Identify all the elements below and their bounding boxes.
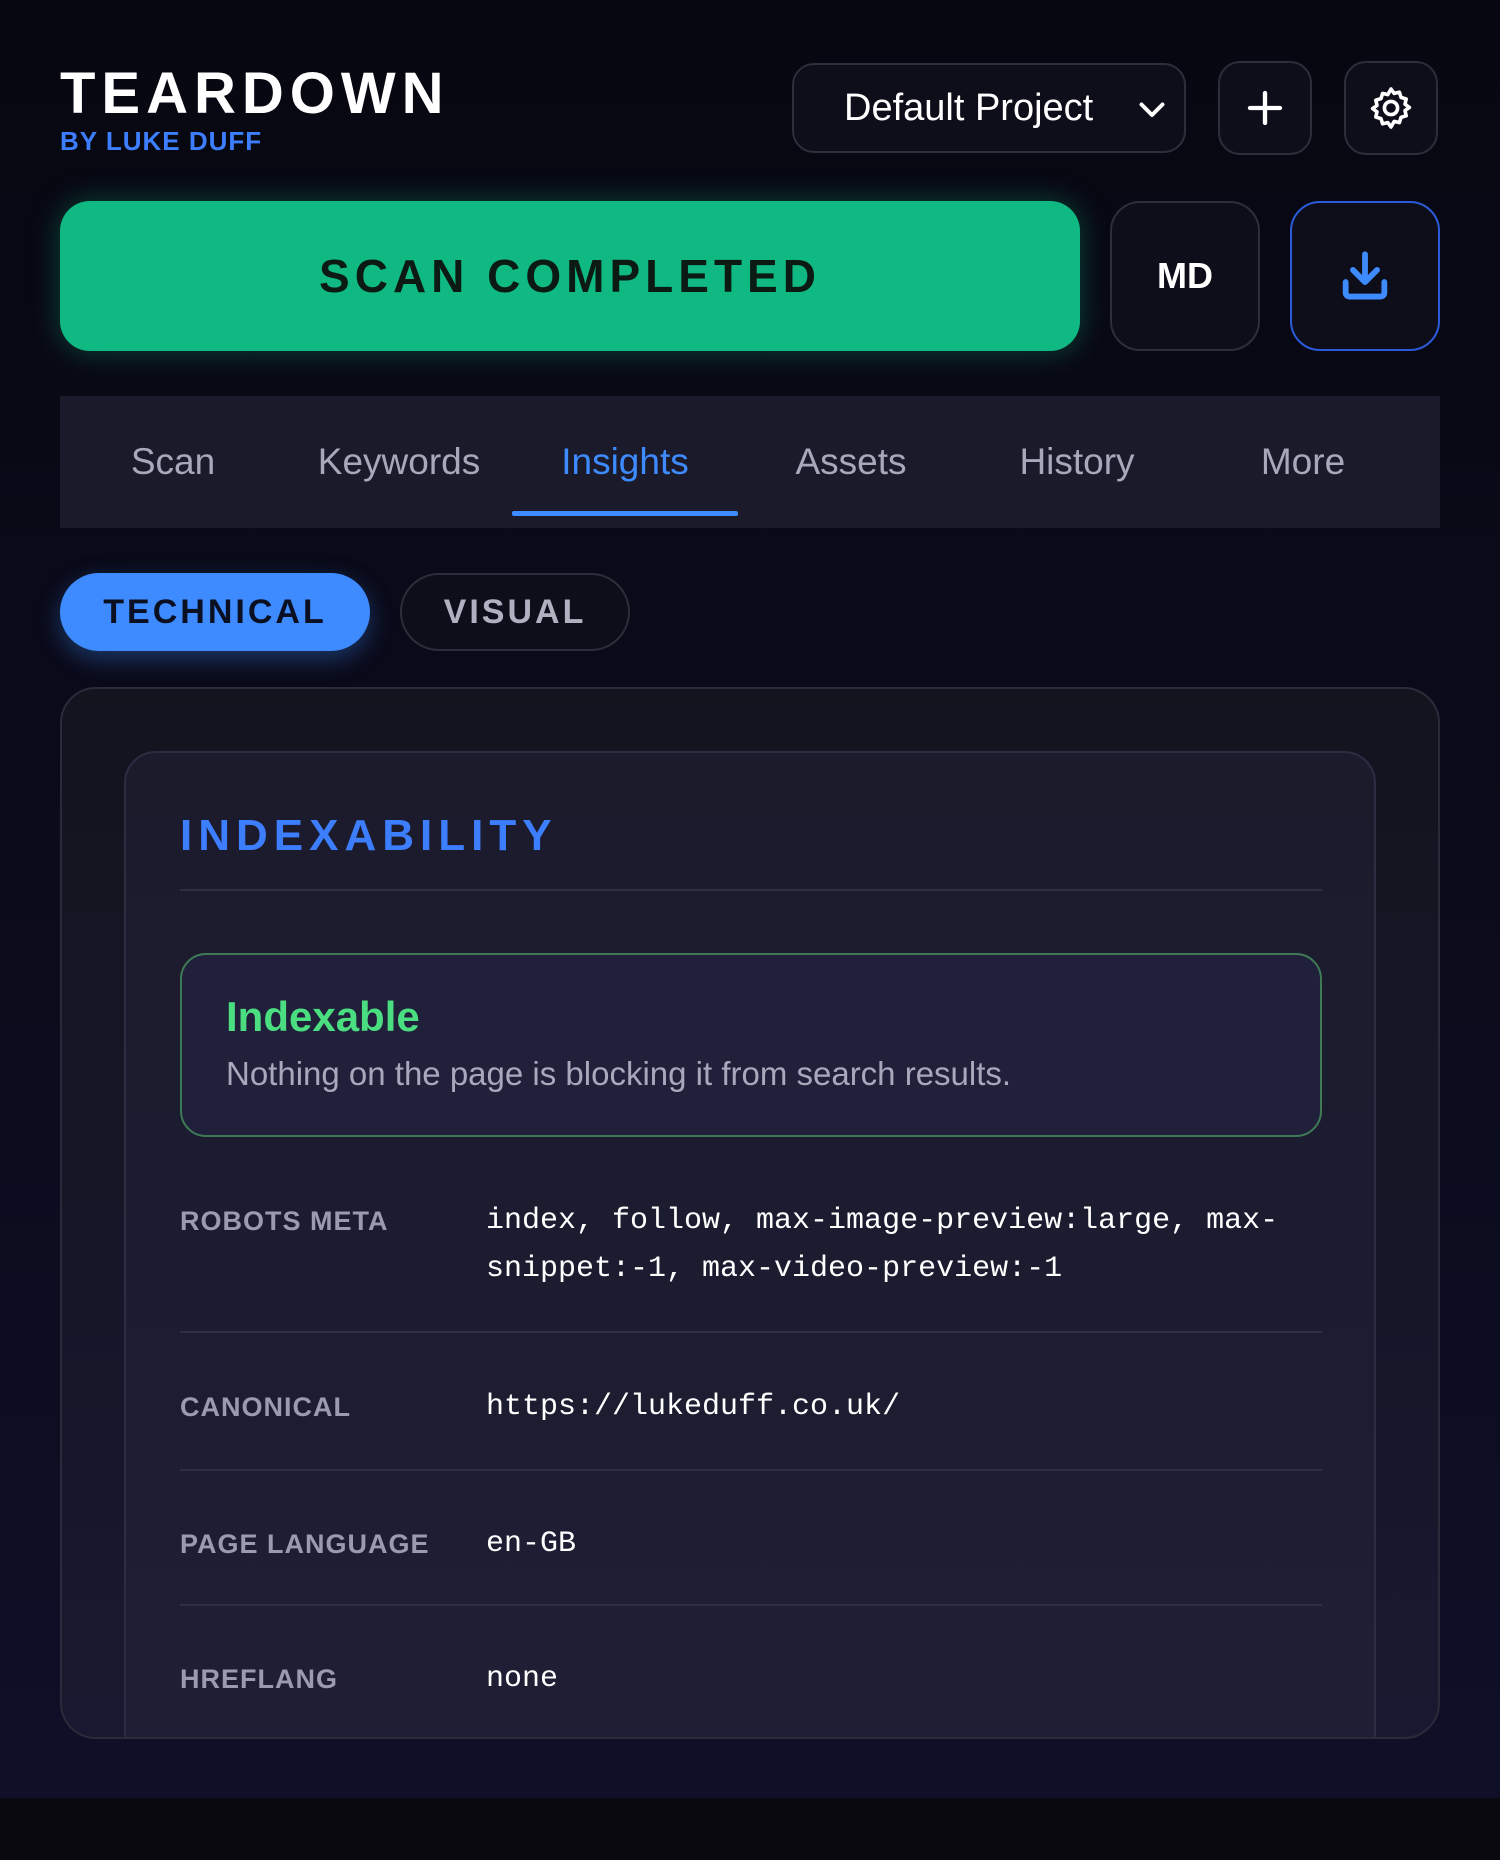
plus-icon xyxy=(1247,90,1283,126)
settings-button[interactable] xyxy=(1344,61,1438,155)
divider xyxy=(180,889,1322,891)
tab-assets[interactable]: Assets xyxy=(738,396,964,528)
project-select[interactable]: Default Project xyxy=(792,63,1186,153)
status-title: Indexable xyxy=(226,993,420,1040)
hreflang-label: HREFLANG xyxy=(180,1664,338,1694)
robots-meta-label: ROBOTS META xyxy=(180,1206,389,1236)
tab-keywords[interactable]: Keywords xyxy=(286,396,512,528)
hreflang-value: none xyxy=(486,1662,559,1696)
indexability-card: INDEXABILITY Indexable Nothing on the pa… xyxy=(124,751,1376,1737)
export-md-button[interactable]: MD xyxy=(1110,201,1260,351)
download-button[interactable] xyxy=(1290,201,1440,351)
gear-icon xyxy=(1370,87,1412,129)
divider xyxy=(180,1604,1322,1606)
canonical-label: CANONICAL xyxy=(180,1392,351,1422)
project-select-value: Default Project xyxy=(844,87,1094,129)
add-project-button[interactable] xyxy=(1218,61,1312,155)
tab-more[interactable]: More xyxy=(1190,396,1416,528)
main-tabs: Scan Keywords Insights Assets History Mo… xyxy=(60,396,1440,528)
tab-scan[interactable]: Scan xyxy=(60,396,286,528)
divider xyxy=(180,1331,1322,1333)
scan-status-button[interactable]: SCAN COMPLETED xyxy=(60,201,1080,351)
page-language-value: en-GB xyxy=(486,1527,577,1561)
brand-subtitle: BY LUKE DUFF xyxy=(60,126,263,156)
divider xyxy=(180,1469,1322,1471)
robots-meta-value: index, follow, max-image-preview:large, … xyxy=(486,1204,1279,1286)
status-description: Nothing on the page is blocking it from … xyxy=(226,1055,1012,1092)
download-icon xyxy=(1342,251,1388,300)
chevron-down-icon xyxy=(1139,102,1165,117)
canonical-value: https://lukeduff.co.uk/ xyxy=(486,1390,901,1424)
page-language-label: PAGE LANGUAGE xyxy=(180,1529,430,1559)
bottom-strip xyxy=(0,1798,1500,1860)
section-title: INDEXABILITY xyxy=(180,811,558,860)
insights-panel: INDEXABILITY Indexable Nothing on the pa… xyxy=(60,687,1440,1739)
subtab-visual[interactable]: VISUAL xyxy=(400,573,630,651)
subtab-technical[interactable]: TECHNICAL xyxy=(60,573,370,651)
brand: TEARDOWN BY LUKE DUFF xyxy=(60,61,450,157)
indexable-status-box: Indexable Nothing on the page is blockin… xyxy=(180,953,1322,1137)
tab-history[interactable]: History xyxy=(964,396,1190,528)
tab-insights[interactable]: Insights xyxy=(512,396,738,528)
brand-title: TEARDOWN xyxy=(60,61,450,126)
